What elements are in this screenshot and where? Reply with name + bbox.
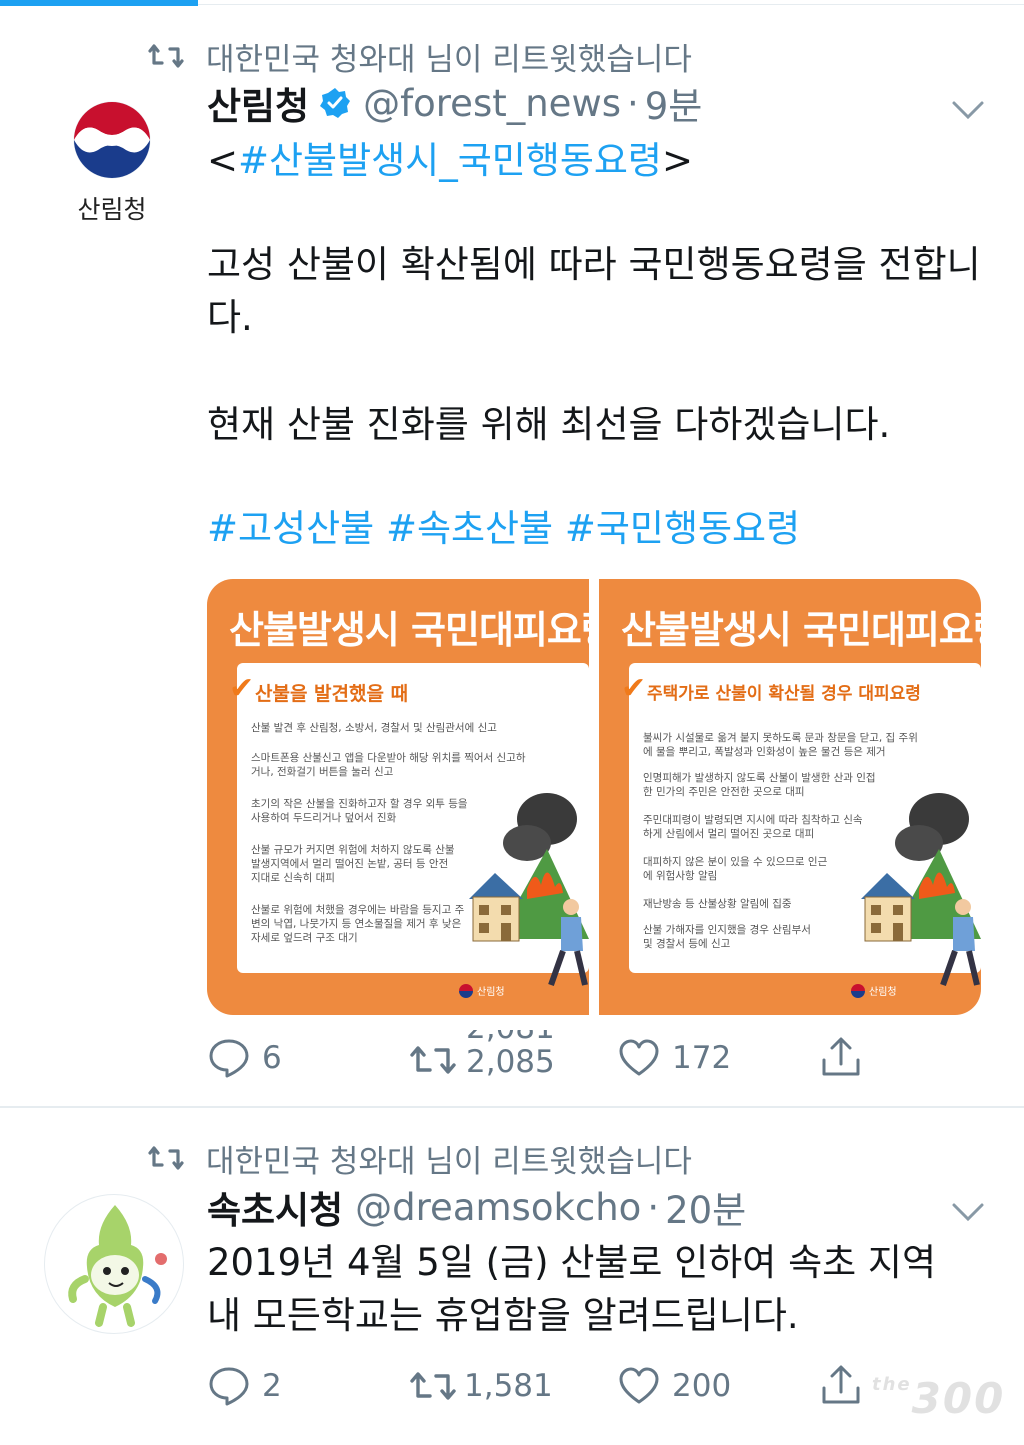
watermark: the300 — [872, 1374, 1005, 1423]
media-image-2[interactable]: 산불발생시 국민대피요령 ✔ 주택가로 산불이 확산될 경우 대피요령 불씨가 … — [599, 579, 981, 1015]
like-count: 172 — [672, 1040, 732, 1076]
mascot-icon — [68, 1205, 167, 1327]
share-button[interactable] — [820, 1364, 862, 1406]
share-button[interactable] — [820, 1036, 862, 1078]
card-title: 산불발생시 국민대피요령 — [229, 608, 616, 652]
retweet-context-text: 대한민국 청와대 님이 리트윗했습니다 — [206, 41, 692, 78]
card-line: 인명피해가 발생하지 않도록 산불이 발생한 산과 인접한 민가의 주민은 안전… — [643, 772, 876, 798]
tweet-actions: 2 1,581 200 — [0, 1356, 1024, 1416]
media-image-1[interactable]: 산불발생시 국민대피요령 ✔ 산불을 발견했을 때 산불 발견 후 산림청, 소… — [207, 579, 616, 1015]
tweet[interactable]: 대한민국 청와대 님이 리트윗했습니다 산림청 산림청 @forest_news… — [0, 30, 1024, 1105]
hashtag-link[interactable]: #속초산불 — [386, 507, 553, 550]
hashtag-link[interactable]: #국민행동요령 — [565, 507, 800, 550]
like-button[interactable]: 200 — [618, 1366, 731, 1406]
timestamp[interactable]: 9분 — [645, 76, 703, 130]
top-divider — [198, 4, 1024, 5]
tweet-body-1: 고성 산불이 확산됨에 따라 국민행동요령을 전합니다. — [207, 243, 981, 339]
separator-dot: · — [627, 81, 639, 125]
retweet-count: 1,581 — [464, 1368, 553, 1404]
retweet-context-text: 대한민국 청와대 님이 리트윗했습니다 — [206, 1143, 692, 1180]
tweet-header: 속초시청 @dreamsokcho · 20분 — [207, 1180, 746, 1234]
house-fire-illustration — [861, 793, 981, 986]
avatar-label: 산림청 — [77, 195, 146, 224]
display-name[interactable]: 속초시청 — [207, 1180, 343, 1234]
avatar[interactable]: 산림청 — [60, 92, 164, 226]
title-bracket-open: < — [207, 139, 239, 182]
tweet-title-line: <#산불발생시_국민행동요령> — [207, 134, 987, 187]
retweet-count-rolling: 2,081 2,085 — [466, 1030, 555, 1090]
watermark-big: 300 — [911, 1374, 1006, 1423]
timestamp[interactable]: 20분 — [665, 1180, 746, 1234]
checkmark-icon: ✔ — [621, 671, 647, 706]
card-line: 불씨가 시설물로 옮겨 붙지 못하도록 문과 창문을 닫고, 집 주위에 물을 … — [643, 732, 918, 758]
card-line: 대피하지 않은 분이 있을 수 있으므로 인근에 위험사항 알림 — [643, 856, 828, 882]
heart-icon — [619, 1039, 659, 1076]
reply-button[interactable]: 6 — [208, 1038, 282, 1078]
tweet-actions: 6 2,081 2,085 172 — [0, 1030, 1024, 1090]
tweet[interactable]: 대한민국 청와대 님이 리트윗했습니다 속초시청 @dreamsokcho · … — [0, 1108, 1024, 1445]
title-hashtag-link[interactable]: #산불발생시_국민행동요령 — [238, 139, 662, 182]
title-bracket-close: > — [661, 139, 693, 182]
handle[interactable]: @dreamsokcho — [355, 1186, 641, 1229]
share-icon — [822, 1037, 860, 1076]
house-fire-illustration — [469, 793, 589, 986]
reply-count: 2 — [262, 1368, 282, 1404]
card-line: 스마트폰용 산불신고 앱을 다운받아 해당 위치를 찍어서 신고하거나, 전화걸… — [251, 752, 526, 778]
top-progress-bar — [0, 0, 198, 6]
retweet-icon — [410, 1372, 456, 1400]
card-line: 주민대피령이 발령되면 지시에 따라 침착하고 신속하게 산림에서 멀리 떨어진… — [643, 814, 863, 840]
card-line: 산불로 위험에 처했을 경우에는 바람을 등지고 주변의 낙엽, 나뭇가지 등 … — [251, 904, 465, 944]
display-name[interactable]: 산림청 — [207, 76, 309, 130]
retweet-count-new: 2,085 — [466, 1044, 555, 1080]
chevron-down-icon[interactable] — [950, 1200, 986, 1224]
retweet-count-old: 2,081 — [466, 1030, 555, 1045]
card-logo: 산림청 — [851, 983, 897, 998]
card-logo: 산림청 — [459, 983, 505, 998]
heart-icon — [619, 1367, 659, 1404]
retweet-context: 대한민국 청와대 님이 리트윗했습니다 — [148, 1136, 692, 1180]
reply-icon — [209, 1039, 249, 1078]
card-logo-text: 산림청 — [477, 987, 505, 998]
card-subtitle: 산불을 발견했을 때 — [255, 683, 409, 705]
hashtag-row: #고성산불 #속초산불 #국민행동요령 — [207, 502, 987, 555]
reply-button[interactable]: 2 — [208, 1366, 282, 1406]
card-logo-text: 산림청 — [869, 987, 897, 998]
watermark-small: the — [872, 1374, 912, 1395]
retweet-context: 대한민국 청와대 님이 리트윗했습니다 — [148, 34, 692, 78]
avatar[interactable] — [44, 1194, 184, 1334]
tweet-body-2: 현재 산불 진화를 위해 최선을 다하겠습니다. — [207, 403, 891, 446]
tweet-body: 2019년 4월 5일 (금) 산불로 인하여 속초 지역 내 모든학교는 휴업… — [207, 1241, 937, 1337]
media-gallery[interactable]: 산불발생시 국민대피요령 ✔ 산불을 발견했을 때 산불 발견 후 산림청, 소… — [207, 579, 981, 1015]
retweet-button[interactable]: 1,581 — [410, 1368, 553, 1404]
handle[interactable]: @forest_news — [363, 82, 621, 125]
emblem-icon — [851, 983, 865, 998]
like-count: 200 — [672, 1368, 732, 1404]
retweet-icon — [410, 1046, 456, 1074]
card-subtitle: 주택가로 산불이 확산될 경우 대피요령 — [647, 684, 921, 704]
card-line: 산불 가해자를 인지했을 경우 산림부서 및 경찰서 등에 신고 — [643, 924, 811, 950]
share-icon — [822, 1365, 860, 1404]
retweet-button[interactable]: 2,081 2,085 — [410, 1030, 555, 1090]
tweet-header: 산림청 @forest_news · 9분 — [207, 76, 703, 130]
card-line: 산불 발견 후 산림청, 소방서, 경찰서 및 산림관서에 신고 — [251, 722, 497, 734]
card-line: 산불 규모가 커지면 위험에 처하지 않도록 산불 발생지역에서 멀리 떨어진 … — [251, 844, 455, 884]
hashtag-link[interactable]: #고성산불 — [207, 507, 374, 550]
verified-icon — [320, 88, 351, 118]
card-title: 산불발생시 국민대피요령 — [621, 608, 981, 652]
reply-icon — [209, 1367, 249, 1406]
retweet-icon — [148, 44, 184, 68]
like-button[interactable]: 172 — [618, 1038, 731, 1078]
retweet-icon — [148, 1146, 184, 1170]
separator-dot: · — [647, 1185, 660, 1229]
checkmark-icon: ✔ — [229, 671, 255, 706]
emblem-icon — [459, 983, 473, 998]
chevron-down-icon[interactable] — [950, 98, 986, 122]
card-line: 초기의 작은 산불을 진화하고자 할 경우 외투 등을 사용하여 두드리거나 덮… — [251, 798, 468, 824]
government-emblem-icon: 산림청 — [73, 101, 151, 224]
reply-count: 6 — [262, 1040, 282, 1076]
